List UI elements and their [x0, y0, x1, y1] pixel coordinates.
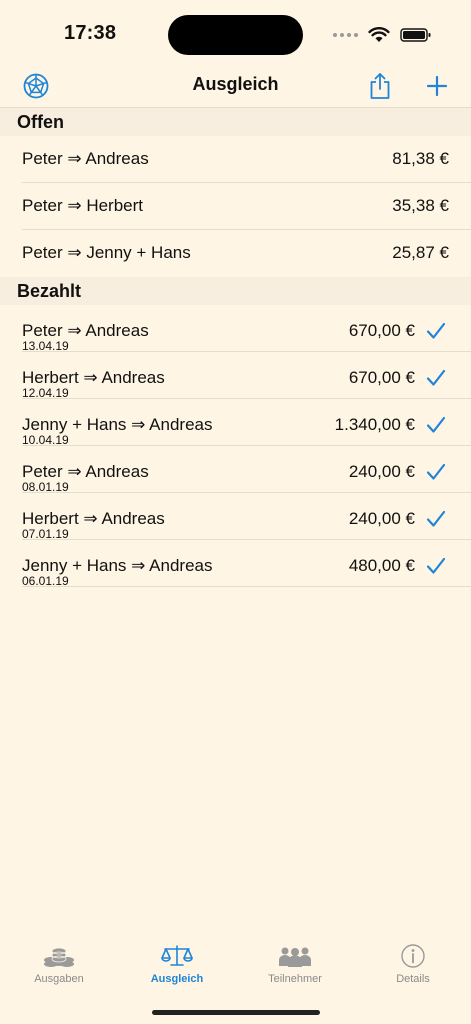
share-button[interactable] [362, 68, 398, 104]
paid-row[interactable]: Peter ⇒ Andreas 08.01.19 240,00 € [0, 446, 471, 494]
paid-row[interactable]: Herbert ⇒ Andreas 12.04.19 670,00 € [0, 352, 471, 400]
open-row[interactable]: Peter ⇒ Herbert 35,38 € [0, 183, 471, 230]
tab-details[interactable]: Details [354, 935, 471, 995]
coins-icon [44, 947, 74, 967]
tab-ausgaben[interactable]: Ausgaben [0, 935, 118, 995]
tab-teilnehmer[interactable]: Teilnehmer [236, 935, 354, 995]
share-icon [370, 73, 390, 99]
tab-ausgleich[interactable]: Ausgleich [118, 935, 236, 995]
info-icon [401, 944, 425, 968]
checkmark-icon [426, 416, 446, 433]
checkmark-icon [426, 322, 446, 339]
row-separator [22, 586, 471, 587]
row-label: Peter ⇒ Andreas [22, 321, 149, 340]
row-amount: 81,38 € [392, 149, 449, 168]
open-row[interactable]: Peter ⇒ Andreas 81,38 € [0, 136, 471, 183]
tab-label: Ausgaben [34, 973, 84, 985]
people-icon [279, 947, 311, 967]
status-icons [333, 24, 432, 46]
row-amount: 25,87 € [392, 243, 449, 262]
tab-bar: Ausgaben Ausgleich Teilnehmer Details [0, 935, 471, 995]
checkmark-icon [426, 463, 446, 480]
scale-icon [161, 945, 193, 966]
wheel-icon [23, 73, 49, 99]
row-label: Herbert ⇒ Andreas [22, 509, 165, 528]
row-label: Peter ⇒ Andreas [22, 149, 149, 168]
section-header-paid: Bezahlt [0, 277, 471, 305]
row-amount: 240,00 € [348, 462, 415, 481]
navigation-bar: Ausgleich [0, 64, 471, 108]
wifi-icon [368, 27, 390, 42]
checkmark-icon [426, 510, 446, 527]
paid-row[interactable]: Herbert ⇒ Andreas 07.01.19 240,00 € [0, 493, 471, 541]
row-amount: 240,00 € [348, 509, 415, 528]
row-label: Jenny + Hans ⇒ Andreas [22, 556, 213, 575]
status-bar: 17:38 [0, 0, 471, 64]
settlement-list: Offen Peter ⇒ Andreas 81,38 € Peter ⇒ He… [0, 107, 471, 588]
checkmark-icon [426, 557, 446, 574]
tab-label: Details [396, 973, 430, 985]
plus-icon [426, 75, 448, 97]
signal-dots-icon [333, 33, 358, 37]
home-indicator[interactable] [152, 1010, 320, 1015]
dynamic-island [168, 15, 303, 55]
row-amount: 670,00 € [348, 368, 415, 387]
paid-row[interactable]: Jenny + Hans ⇒ Andreas 06.01.19 480,00 € [0, 540, 471, 588]
row-label: Jenny + Hans ⇒ Andreas [22, 415, 213, 434]
row-amount: 670,00 € [348, 321, 415, 340]
add-button[interactable] [419, 68, 455, 104]
status-time: 17:38 [64, 22, 117, 44]
row-amount: 35,38 € [392, 196, 449, 215]
paid-row[interactable]: Jenny + Hans ⇒ Andreas 10.04.19 1.340,00… [0, 399, 471, 447]
open-row[interactable]: Peter ⇒ Jenny + Hans 25,87 € [0, 230, 471, 277]
wheel-button[interactable] [18, 68, 54, 104]
checkmark-icon [426, 369, 446, 386]
paid-row[interactable]: Peter ⇒ Andreas 13.04.19 670,00 € [0, 305, 471, 353]
row-label: Peter ⇒ Herbert [22, 196, 144, 215]
row-amount: 1.340,00 € [334, 415, 415, 434]
section-header-open: Offen [0, 108, 471, 136]
tab-label: Teilnehmer [268, 973, 322, 985]
row-label: Herbert ⇒ Andreas [22, 368, 165, 387]
row-amount: 480,00 € [348, 556, 415, 575]
row-label: Peter ⇒ Andreas [22, 462, 149, 481]
battery-icon [400, 28, 431, 42]
page-title: Ausgleich [192, 74, 279, 94]
tab-label: Ausgleich [150, 973, 204, 985]
row-label: Peter ⇒ Jenny + Hans [22, 243, 191, 262]
